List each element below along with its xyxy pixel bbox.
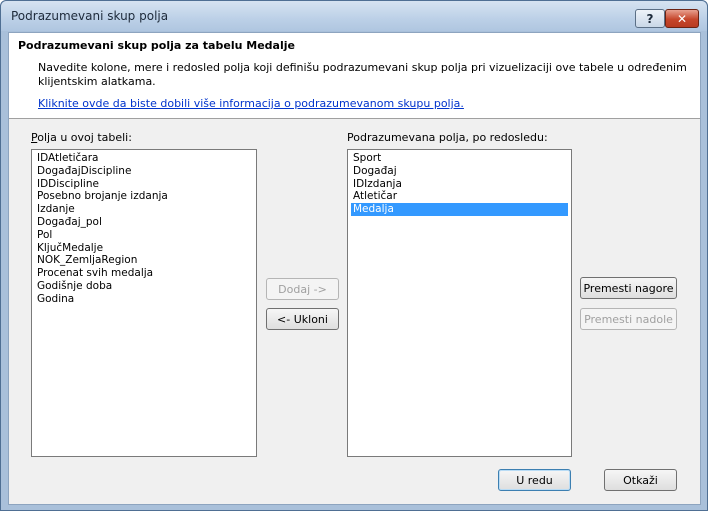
close-button[interactable]: ✕ bbox=[665, 9, 699, 28]
help-icon: ? bbox=[646, 11, 654, 26]
list-item[interactable]: Godina bbox=[35, 293, 253, 306]
window-title: Podrazumevani skup polja bbox=[11, 9, 169, 23]
dialog-header: Podrazumevani skup polja za tabelu Medal… bbox=[9, 33, 700, 119]
list-item[interactable]: Atletičar bbox=[351, 190, 568, 203]
right-list-label: Podrazumevana polja, po redosledu: bbox=[347, 131, 548, 144]
move-down-button[interactable]: Premesti nadole bbox=[580, 308, 677, 330]
help-button[interactable]: ? bbox=[635, 9, 665, 28]
cancel-button[interactable]: Otkaži bbox=[604, 469, 677, 491]
default-fields-list[interactable]: Sport Događaj IDIzdanja Atletičar Medalja bbox=[347, 149, 572, 457]
move-up-button[interactable]: Premesti nagore bbox=[580, 277, 677, 299]
dialog-client-area: Podrazumevani skup polja za tabelu Medal… bbox=[8, 32, 701, 505]
ok-button[interactable]: U redu bbox=[498, 469, 571, 491]
title-bar: Podrazumevani skup polja ? ✕ bbox=[1, 1, 707, 31]
list-item[interactable]: Pol bbox=[35, 229, 253, 242]
add-button[interactable]: Dodaj -> bbox=[266, 278, 339, 300]
header-description: Navedite kolone, mere i redosled polja k… bbox=[38, 61, 687, 88]
fields-in-table-list[interactable]: IDAtletičara DogađajDiscipline IDDisciplin… bbox=[31, 149, 257, 457]
list-item[interactable]: IDAtletičara bbox=[35, 152, 253, 165]
list-item[interactable]: Posebno brojanje izdanja bbox=[35, 190, 253, 203]
header-title: Podrazumevani skup polja za tabelu Medal… bbox=[18, 39, 295, 52]
list-item[interactable]: Godišnje doba bbox=[35, 280, 253, 293]
list-item[interactable]: IDIzdanja bbox=[351, 178, 568, 191]
close-icon: ✕ bbox=[676, 11, 688, 26]
list-item[interactable]: Izdanje bbox=[35, 203, 253, 216]
list-item[interactable]: Događaj bbox=[351, 165, 568, 178]
list-item[interactable]: Procenat svih medalja bbox=[35, 267, 253, 280]
more-info-link[interactable]: Kliknite ovde da biste dobili više infor… bbox=[38, 97, 464, 110]
remove-button[interactable]: <- Ukloni bbox=[266, 308, 339, 330]
list-item[interactable]: Sport bbox=[351, 152, 568, 165]
list-item[interactable]: IDDiscipline bbox=[35, 178, 253, 191]
list-item[interactable]: DogađajDiscipline bbox=[35, 165, 253, 178]
dialog-window: Podrazumevani skup polja ? ✕ Podrazumeva… bbox=[0, 0, 708, 511]
left-list-label: Polja u ovoj tabeli: bbox=[31, 131, 132, 144]
list-item[interactable]: Događaj_pol bbox=[35, 216, 253, 229]
list-item[interactable]: KljučMedalje bbox=[35, 242, 253, 255]
list-item[interactable]: NOK_ZemljaRegion bbox=[35, 254, 253, 267]
list-item[interactable]: Medalja bbox=[351, 203, 568, 216]
